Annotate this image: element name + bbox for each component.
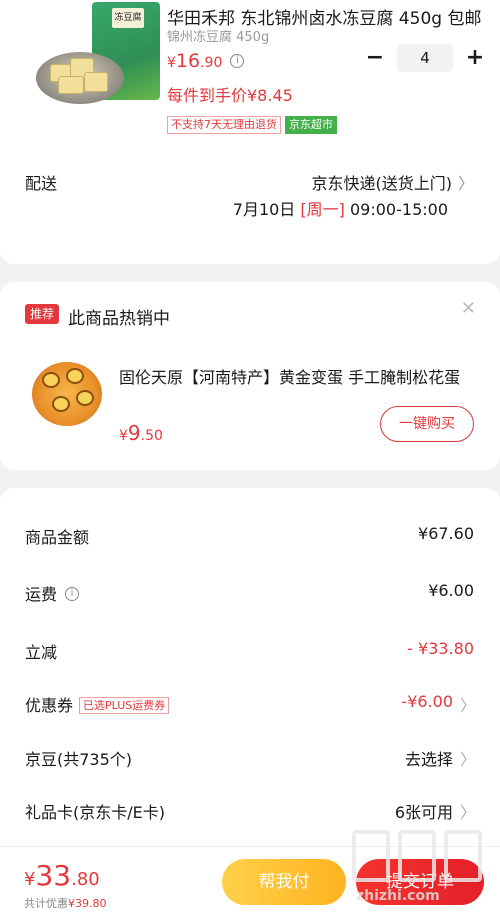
summary-value: 去选择 (404, 750, 453, 769)
plus-button[interactable]: + (463, 44, 487, 72)
price-currency: ¥ (24, 869, 36, 890)
product-tags: 不支持7天无理由退货 京东超市 (167, 116, 337, 134)
summary-label: 优惠券 已选PLUS运费券 (25, 692, 170, 716)
summary-label: 商品金额 (25, 528, 90, 547)
close-icon[interactable]: ✕ (461, 298, 476, 319)
minus-button[interactable]: − (363, 44, 387, 72)
coupon-label-text: 优惠券 (25, 696, 74, 715)
supermarket-tag: 京东超市 (285, 116, 337, 134)
summary-row-coupon[interactable]: 优惠券 已选PLUS运费券 -¥6.00 〉 (0, 688, 500, 718)
quantity-stepper: − 4 + (363, 44, 487, 72)
summary-value: 6张可用 (394, 803, 453, 822)
egg-piece (76, 390, 94, 406)
chevron-right-icon: 〉 (459, 803, 476, 822)
watermark-text: zhizhi.com (356, 888, 440, 904)
tofu-piece (58, 76, 84, 94)
egg-piece (52, 396, 70, 412)
order-summary-card: 商品金额 ¥67.60 运费 i ¥6.00 立减 - ¥33.80 优惠券 已选P… (0, 488, 500, 888)
price-currency: ¥ (167, 55, 176, 71)
recommend-price: ¥9.50 (119, 421, 163, 445)
one-click-buy-button[interactable]: 一键购买 (380, 406, 474, 442)
watermark-logo (352, 830, 390, 882)
final-unit-price: 每件到手价¥8.45 (167, 86, 293, 105)
summary-row-discount: 立减 - ¥33.80 (0, 635, 500, 665)
price-integer: 9 (127, 421, 141, 445)
watermark-logo (398, 830, 436, 882)
product-spec: 锦州冻豆腐 450g (167, 30, 270, 45)
price-decimal: .80 (71, 869, 100, 890)
egg-piece (42, 372, 60, 388)
total-price: ¥33.80 (24, 859, 100, 892)
info-icon[interactable]: i (230, 54, 245, 68)
saving-label: 共计优惠 (24, 897, 68, 910)
chevron-right-icon: 〉 (459, 750, 476, 769)
quantity-input[interactable]: 4 (397, 44, 453, 72)
price-integer: 16 (175, 50, 201, 72)
price-currency: ¥ (119, 428, 128, 444)
plus-coupon-tag: 已选PLUS运费券 (79, 696, 170, 714)
summary-value: - ¥33.80 (407, 639, 474, 658)
chevron-right-icon: 〉 (459, 696, 476, 715)
summary-row-goods-amount: 商品金额 ¥67.60 (0, 520, 500, 550)
shipping-method-text: 京东快递(送货上门) (311, 174, 452, 193)
shipping-date: 7月10日 (232, 200, 296, 219)
help-pay-button[interactable]: 帮我付 (222, 859, 346, 905)
tofu-piece (84, 72, 108, 92)
summary-label: 京豆(共735个) (25, 750, 133, 769)
price-decimal: .50 (140, 428, 163, 444)
summary-value: ¥6.00 (428, 581, 474, 600)
summary-value: ¥67.60 (418, 524, 474, 543)
recommendation-card: 推荐 此商品热销中 ✕ 固伦天原【河南特产】黄金变蛋 手工腌制松花蛋 ¥9.50… (0, 282, 500, 470)
info-icon[interactable]: i (65, 587, 80, 601)
product-price: ¥16.90 i (167, 50, 245, 72)
saving-amount: ¥39.80 (68, 897, 107, 910)
price-integer: 33 (35, 859, 72, 892)
product-image[interactable]: 冻豆腐 (36, 2, 160, 106)
recommend-badge: 推荐 (25, 304, 60, 324)
chevron-right-icon: 〉 (457, 174, 474, 193)
summary-label: 礼品卡(京东卡/E卡) (25, 803, 165, 822)
summary-row-jingdou[interactable]: 京豆(共735个) 去选择 〉 (0, 742, 500, 772)
site-watermark: zhizhi.com (352, 830, 492, 918)
summary-row-gift-card[interactable]: 礼品卡(京东卡/E卡) 6张可用 〉 (0, 795, 500, 825)
summary-label: 运费 i (25, 581, 80, 605)
summary-row-freight: 运费 i ¥6.00 (0, 577, 500, 607)
product-card: 冻豆腐 华田禾邦 东北锦州卤水冻豆腐 450g 包邮 锦州冻豆腐 450g ¥1… (0, 0, 500, 264)
summary-value: -¥6.00 (401, 692, 453, 711)
summary-label: 立减 (25, 643, 58, 662)
egg-piece (66, 368, 84, 384)
package-label: 冻豆腐 (112, 8, 144, 28)
recommend-product-image[interactable] (32, 362, 102, 426)
shipping-weekday: [周一] (300, 200, 345, 219)
shipping-label: 配送 (25, 174, 58, 193)
no-return-tag: 不支持7天无理由退货 (167, 116, 281, 134)
shipping-method[interactable]: 京东快递(送货上门) 〉 (311, 170, 474, 194)
price-decimal: .90 (200, 55, 223, 71)
shipping-time[interactable]: 7月10日 [周一] 09:00-15:00 (233, 196, 448, 220)
recommend-title[interactable]: 固伦天原【河南特产】黄金变蛋 手工腌制松花蛋 (119, 364, 469, 388)
recommend-heading: 此商品热销中 (68, 309, 170, 329)
total-saving: 共计优惠¥39.80 (24, 895, 107, 911)
shipping-timeslot: 09:00-15:00 (350, 200, 448, 219)
freight-label-text: 运费 (25, 585, 58, 604)
watermark-logo (444, 830, 482, 882)
